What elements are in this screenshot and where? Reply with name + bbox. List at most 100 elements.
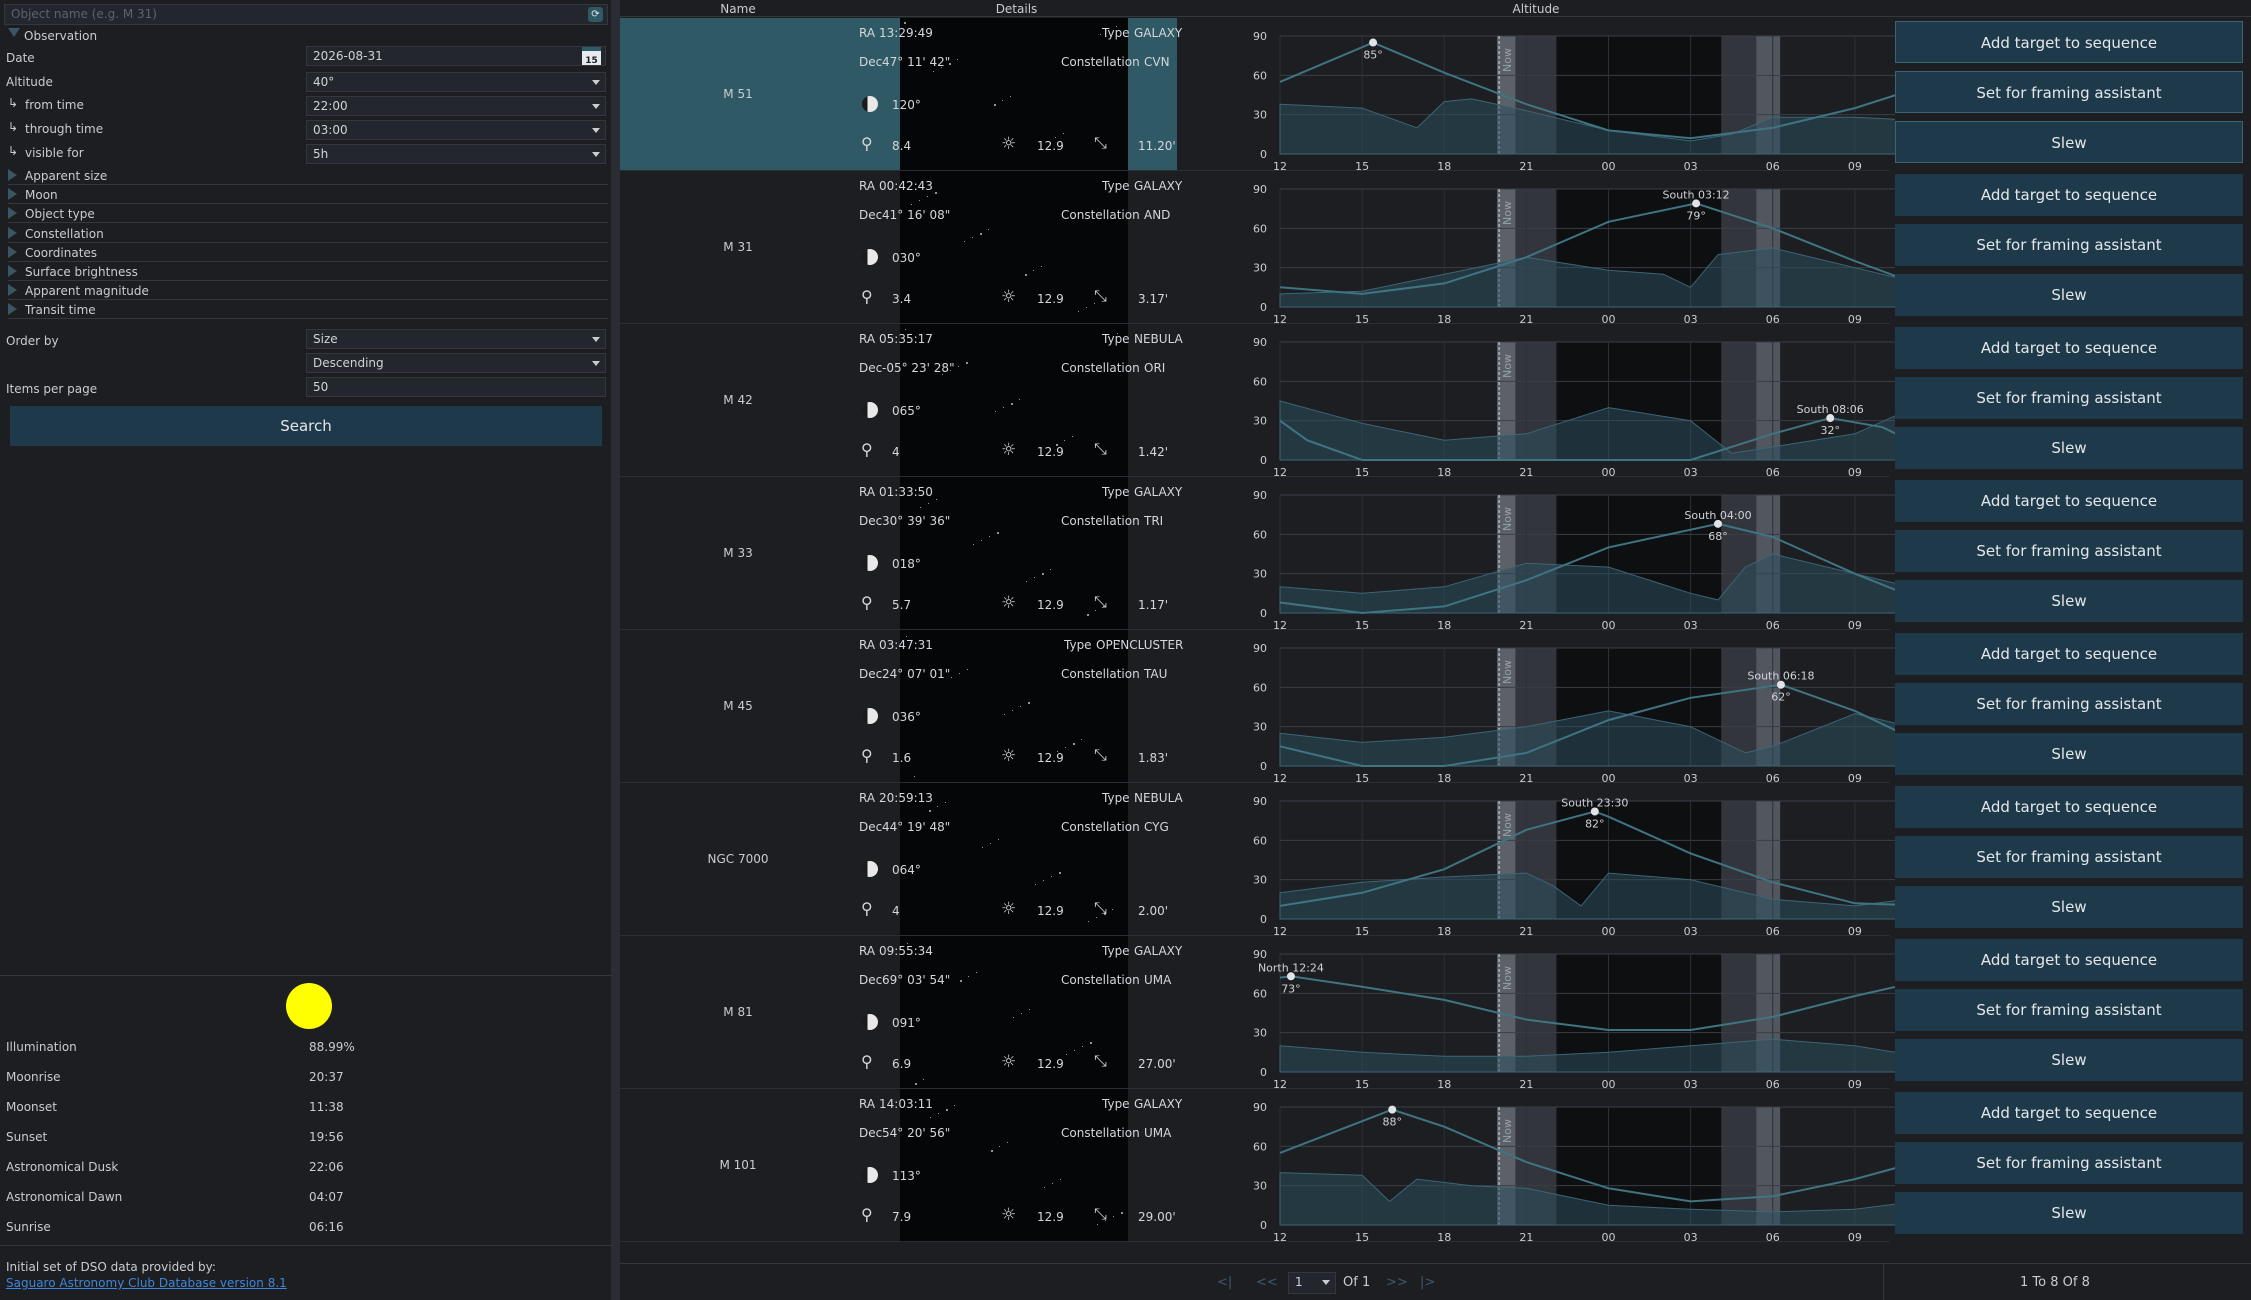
collapse-observation-icon[interactable] <box>8 28 20 37</box>
type-value: NEBULA <box>1134 791 1183 805</box>
filter-expander-label: Apparent magnitude <box>25 284 149 299</box>
target-name-text: M 33 <box>723 546 753 560</box>
star <box>936 499 937 500</box>
star <box>994 104 996 106</box>
star <box>935 192 937 194</box>
target-row[interactable]: NGC 7000 RA 20:59:13 Dec 44° 19' 48" Typ… <box>620 783 2251 936</box>
column-header-details[interactable]: Details <box>856 2 1177 16</box>
filter-expander-transit-time[interactable]: Transit time <box>8 300 608 320</box>
x-tick-label: 03 <box>1684 313 1698 323</box>
slew-button[interactable]: Slew <box>1895 427 2243 469</box>
magnitude-value: 4 <box>892 904 900 918</box>
expand-arrow-icon[interactable] <box>8 265 17 277</box>
type-label: Type <box>1102 791 1130 805</box>
ra-value: 14:03:11 <box>879 1097 933 1111</box>
set-for-framing-assistant-button[interactable]: Set for framing assistant <box>1895 224 2243 266</box>
expand-arrow-icon[interactable] <box>8 188 17 201</box>
slew-button[interactable]: Slew <box>1895 274 2243 316</box>
column-header-altitude[interactable]: Altitude <box>1177 2 1895 16</box>
search-button[interactable]: Search <box>10 406 602 446</box>
set-for-framing-assistant-button[interactable]: Set for framing assistant <box>1895 989 2243 1031</box>
filter-expander-object-type[interactable]: Object type <box>8 204 608 224</box>
star <box>933 71 934 72</box>
slew-button[interactable]: Slew <box>1895 886 2243 928</box>
add-target-to-sequence-button[interactable]: Add target to sequence <box>1895 21 2243 63</box>
set-for-framing-assistant-button[interactable]: Set for framing assistant <box>1895 836 2243 878</box>
slew-button[interactable]: Slew <box>1895 580 2243 622</box>
slew-button[interactable]: Slew <box>1895 121 2243 163</box>
previous-page-button[interactable]: << <box>1256 1275 1278 1290</box>
target-details: RA 09:55:34 Dec 69° 03' 54" Type GALAXY … <box>856 936 1182 1088</box>
order-direction-select[interactable]: Descending <box>306 353 606 373</box>
constellation-label: Constellation <box>1061 820 1140 834</box>
expand-arrow-icon[interactable] <box>8 169 17 181</box>
x-tick-label: 00 <box>1602 160 1616 170</box>
target-row[interactable]: M 101 RA 14:03:11 Dec 54° 20' 56" Type G… <box>620 1089 2251 1242</box>
x-tick-label: 00 <box>1602 619 1616 629</box>
add-target-to-sequence-button[interactable]: Add target to sequence <box>1895 786 2243 828</box>
calendar-icon[interactable]: 15 <box>582 47 601 66</box>
star <box>951 677 952 678</box>
expand-arrow-icon[interactable] <box>8 303 17 316</box>
filter-expander-constellation[interactable]: Constellation <box>8 224 608 243</box>
altitude-select[interactable]: 40° <box>306 72 606 92</box>
set-for-framing-assistant-button[interactable]: Set for framing assistant <box>1895 71 2243 113</box>
target-row[interactable]: M 45 RA 03:47:31 Dec 24° 07' 01" Type OP… <box>620 630 2251 783</box>
filter-expander-coordinates[interactable]: Coordinates <box>8 243 608 262</box>
set-for-framing-assistant-button[interactable]: Set for framing assistant <box>1895 377 2243 419</box>
surface-brightness-value: 12.9 <box>1037 292 1064 306</box>
now-label: Now <box>1501 507 1514 531</box>
slew-button[interactable]: Slew <box>1895 733 2243 775</box>
target-name: M 31 <box>620 171 856 323</box>
target-row[interactable]: M 33 RA 01:33:50 Dec 30° 39' 36" Type GA… <box>620 477 2251 630</box>
add-target-to-sequence-button[interactable]: Add target to sequence <box>1895 1092 2243 1134</box>
surface-brightness-icon: ☼ <box>1001 1205 1017 1225</box>
expand-arrow-icon[interactable] <box>8 245 17 258</box>
expand-arrow-icon[interactable] <box>8 284 17 297</box>
visible-for-select[interactable]: 5h <box>306 144 606 164</box>
filter-expander-moon[interactable]: Moon <box>8 185 608 205</box>
through-time-select[interactable]: 03:00 <box>306 120 606 140</box>
expand-arrow-icon[interactable] <box>8 207 17 220</box>
star <box>1064 440 1065 441</box>
target-row[interactable]: M 31 RA 00:42:43 Dec 41° 16' 08" Type GA… <box>620 171 2251 324</box>
page-number-select[interactable]: 1 <box>1288 1272 1336 1294</box>
x-tick-label: 09 <box>1848 1231 1862 1241</box>
set-for-framing-assistant-button[interactable]: Set for framing assistant <box>1895 683 2243 725</box>
column-header-name[interactable]: Name <box>620 2 856 16</box>
items-per-page-input[interactable]: 50 <box>306 377 606 397</box>
target-row[interactable]: M 42 RA 05:35:17 Dec -05° 23' 28" Type N… <box>620 324 2251 477</box>
filter-expander-apparent-size[interactable]: Apparent size <box>8 166 608 185</box>
row-separator <box>620 1241 1890 1242</box>
next-page-button[interactable]: >> <box>1386 1275 1408 1290</box>
first-page-button[interactable]: <| <box>1217 1275 1232 1290</box>
order-by-select[interactable]: Size <box>306 329 606 349</box>
set-for-framing-assistant-button[interactable]: Set for framing assistant <box>1895 1142 2243 1184</box>
expand-arrow-icon[interactable] <box>8 226 17 239</box>
slew-button[interactable]: Slew <box>1895 1192 2243 1234</box>
add-target-to-sequence-button[interactable]: Add target to sequence <box>1895 327 2243 369</box>
x-tick-label: 12 <box>1273 619 1287 629</box>
date-picker[interactable]: 2026-08-31 <box>306 46 606 66</box>
add-target-to-sequence-button[interactable]: Add target to sequence <box>1895 939 2243 981</box>
target-row[interactable]: M 81 RA 09:55:34 Dec 69° 03' 54" Type GA… <box>620 936 2251 1089</box>
filter-expander-surface-brightness[interactable]: Surface brightness <box>8 262 608 281</box>
saguaro-database-link[interactable]: Saguaro Astronomy Club Database version … <box>6 1276 287 1290</box>
add-target-to-sequence-button[interactable]: Add target to sequence <box>1895 174 2243 216</box>
x-tick-label: 18 <box>1437 925 1451 935</box>
slew-button[interactable]: Slew <box>1895 1039 2243 1081</box>
target-row[interactable]: M 51 RA 13:29:49 Dec 47° 11' 42" Type GA… <box>620 18 2251 171</box>
set-for-framing-assistant-button[interactable]: Set for framing assistant <box>1895 530 2243 572</box>
from-time-select[interactable]: 22:00 <box>306 96 606 116</box>
constellation-label: Constellation <box>1061 1126 1140 1140</box>
star <box>1059 872 1061 874</box>
add-target-to-sequence-button[interactable]: Add target to sequence <box>1895 480 2243 522</box>
filter-expander-apparent-magnitude[interactable]: Apparent magnitude <box>8 281 608 301</box>
star <box>1073 743 1075 745</box>
panel-splitter[interactable] <box>612 0 620 1300</box>
refresh-icon[interactable]: ⟳ <box>588 7 603 22</box>
object-name-input[interactable]: Object name (e.g. M 31) <box>4 4 608 25</box>
add-target-to-sequence-button[interactable]: Add target to sequence <box>1895 633 2243 675</box>
last-page-button[interactable]: |> <box>1420 1275 1435 1290</box>
moon-distance-icon <box>862 555 878 571</box>
